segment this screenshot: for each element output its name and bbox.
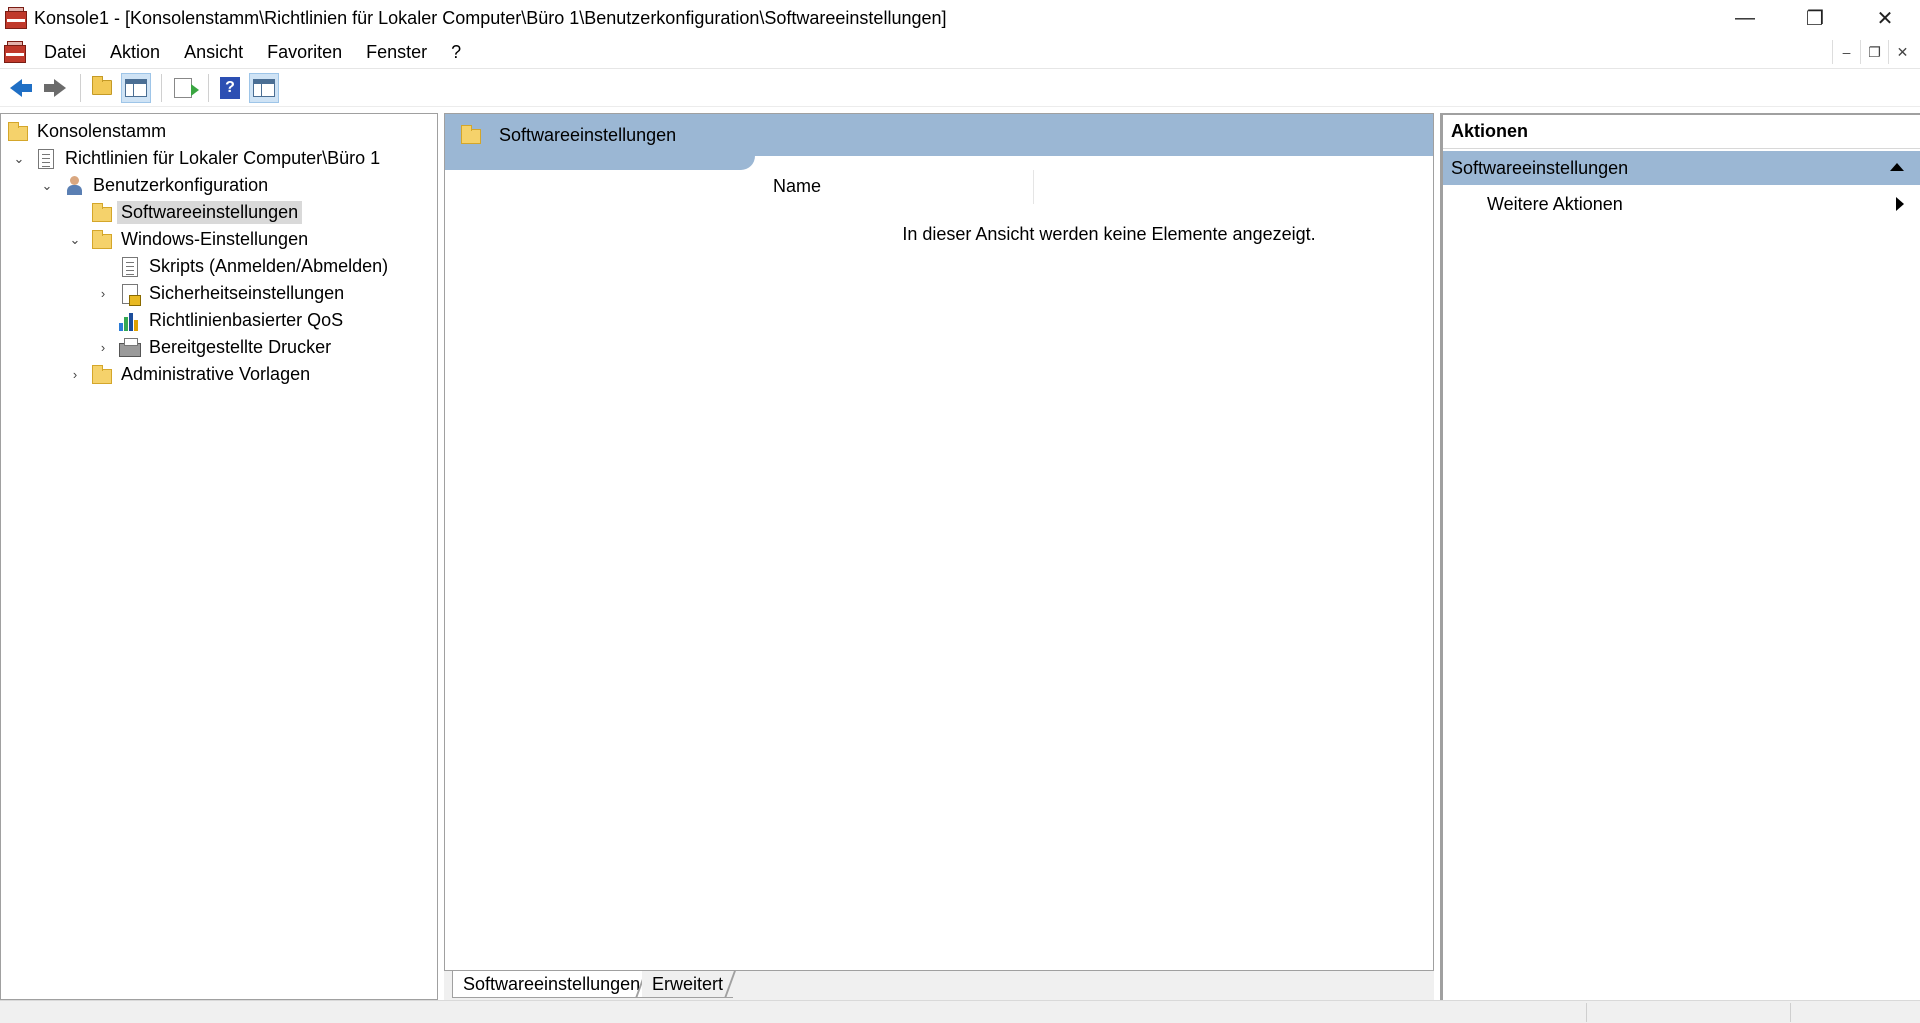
up-folder-icon[interactable] — [87, 73, 117, 103]
tree-item-label: Benutzerkonfiguration — [93, 175, 269, 195]
security-icon — [119, 283, 141, 306]
tree-item-label: Skripts (Anmelden/Abmelden) — [149, 256, 389, 276]
console-menu-icon[interactable] — [2, 39, 28, 65]
tree-item-label: Windows-Einstellungen — [121, 229, 309, 249]
actions-header: Aktionen — [1443, 115, 1920, 149]
close-button[interactable]: ✕ — [1850, 0, 1920, 36]
tree-item-label: Bereitgestellte Drucker — [149, 337, 332, 357]
chevron-down-icon[interactable]: ⌄ — [39, 178, 55, 194]
menu-fenster[interactable]: Fenster — [354, 36, 439, 69]
result-header-curve — [445, 156, 755, 170]
script-icon — [119, 256, 141, 278]
tree-item-benutzerkonfiguration[interactable]: ⌄ Benutzerkonfiguration — [39, 172, 272, 199]
toolbar: ? — [0, 69, 1920, 107]
mmc-app-icon[interactable] — [3, 5, 29, 31]
tree-item-label: Administrative Vorlagen — [121, 364, 311, 384]
folder-icon — [91, 229, 113, 251]
tree-item-drucker[interactable]: › Bereitgestellte Drucker — [95, 334, 335, 361]
tree-item-label: Konsolenstamm — [37, 121, 167, 141]
status-divider — [1586, 1003, 1587, 1022]
menu-favoriten[interactable]: Favoriten — [255, 36, 354, 69]
status-bar — [0, 1000, 1920, 1023]
actions-section-softwareeinstellungen[interactable]: Softwareeinstellungen — [1443, 151, 1920, 185]
tree-item-label: Sicherheitseinstellungen — [149, 283, 345, 303]
folder-icon — [91, 202, 113, 224]
help-icon[interactable]: ? — [215, 73, 245, 103]
column-header-row: Name — [445, 170, 1433, 204]
menu-datei[interactable]: Datei — [32, 36, 98, 69]
restore-button[interactable]: ❐ — [1780, 0, 1850, 36]
policy-document-icon — [35, 148, 57, 170]
tree-item-sicherheitseinstellungen[interactable]: › Sicherheitseinstellungen — [95, 280, 348, 307]
chevron-down-icon[interactable]: ⌄ — [11, 151, 27, 167]
console-tree: Konsolenstamm ⌄ Richtlinien für Lokaler … — [0, 113, 438, 1000]
folder-icon — [7, 121, 29, 143]
chevron-right-icon[interactable]: › — [95, 286, 111, 302]
tab-softwareeinstellungen[interactable]: Softwareeinstellungen — [452, 971, 652, 998]
toolbar-separator — [80, 73, 81, 102]
tree-item-softwareeinstellungen[interactable]: Softwareeinstellungen — [91, 199, 303, 226]
window-title: Konsole1 - [Konsolenstamm\Richtlinien fü… — [34, 7, 947, 28]
tree-item-qos[interactable]: Richtlinienbasierter QoS — [119, 307, 347, 334]
export-list-icon[interactable] — [168, 73, 199, 103]
title-bar: Konsole1 - [Konsolenstamm\Richtlinien fü… — [0, 0, 1920, 36]
tree-item-richtlinien[interactable]: ⌄ Richtlinien für Lokaler Computer\Büro … — [11, 145, 384, 172]
submenu-arrow-icon — [1896, 197, 1904, 211]
folder-icon — [91, 364, 113, 386]
folder-icon — [461, 125, 481, 144]
minimize-button[interactable]: — — [1710, 0, 1780, 36]
result-header-title: Softwareeinstellungen — [499, 124, 677, 145]
toolbar-separator — [208, 73, 209, 102]
collapse-up-icon[interactable] — [1890, 163, 1904, 171]
actions-pane: Aktionen Softwareeinstellungen Weitere A… — [1440, 113, 1920, 1000]
mdi-minimize-button[interactable]: – — [1832, 40, 1860, 64]
tree-item-konsolenstamm[interactable]: Konsolenstamm — [7, 118, 170, 145]
status-divider — [1790, 1003, 1791, 1022]
result-header: Softwareeinstellungen — [445, 114, 1433, 156]
user-config-icon — [63, 175, 85, 197]
tree-item-label: Softwareeinstellungen — [117, 201, 303, 224]
forward-icon[interactable] — [40, 73, 70, 103]
toolbar-separator — [161, 73, 162, 102]
mdi-restore-button[interactable]: ❐ — [1860, 40, 1888, 64]
qos-chart-icon — [119, 310, 141, 332]
tree-item-skripts[interactable]: Skripts (Anmelden/Abmelden) — [119, 253, 392, 280]
view-tabs: Softwareeinstellungen Erweitert — [444, 971, 1434, 1000]
printer-icon — [119, 337, 141, 359]
action-weitere-aktionen[interactable]: Weitere Aktionen — [1443, 187, 1920, 221]
column-header-name[interactable]: Name — [773, 176, 821, 197]
chevron-right-icon[interactable]: › — [95, 340, 111, 356]
menu-help[interactable]: ? — [439, 36, 473, 69]
chevron-right-icon[interactable]: › — [67, 367, 83, 383]
menu-bar: Datei Aktion Ansicht Favoriten Fenster ?… — [0, 36, 1920, 69]
chevron-down-icon[interactable]: ⌄ — [67, 232, 83, 248]
mdi-close-button[interactable]: ✕ — [1888, 40, 1916, 64]
actions-section-label: Softwareeinstellungen — [1451, 157, 1629, 178]
menu-aktion[interactable]: Aktion — [98, 36, 172, 69]
action-label: Weitere Aktionen — [1487, 193, 1623, 214]
show-hide-action-pane-icon[interactable] — [249, 72, 279, 103]
menu-ansicht[interactable]: Ansicht — [172, 36, 255, 69]
tab-erweitert[interactable]: Erweitert — [642, 971, 734, 998]
tree-item-label: Richtlinienbasierter QoS — [149, 310, 344, 330]
tree-item-windows-einstellungen[interactable]: ⌄ Windows-Einstellungen — [67, 226, 312, 253]
back-icon[interactable] — [6, 73, 36, 103]
show-hide-tree-icon[interactable] — [121, 72, 151, 103]
column-divider[interactable] — [1033, 170, 1034, 204]
result-pane: Softwareeinstellungen Name In dieser Ans… — [444, 113, 1434, 971]
tree-item-label: Richtlinien für Lokaler Computer\Büro 1 — [65, 148, 381, 168]
empty-view-message: In dieser Ansicht werden keine Elemente … — [902, 224, 1316, 244]
tree-item-administrative-vorlagen[interactable]: › Administrative Vorlagen — [67, 361, 314, 388]
